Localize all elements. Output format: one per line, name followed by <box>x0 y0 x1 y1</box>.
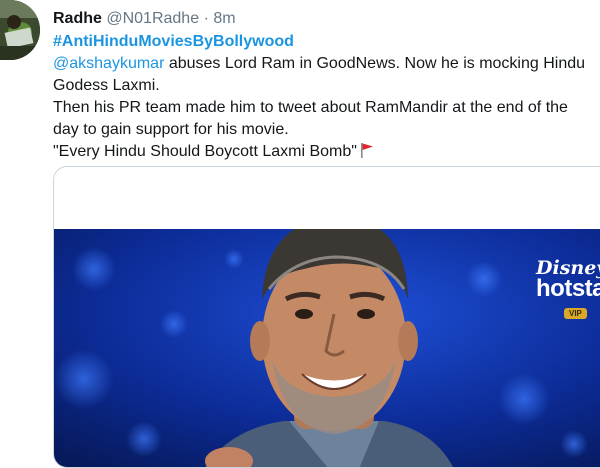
tweet-text-line-2: Godess Laxmi. <box>53 77 160 94</box>
mention-link[interactable]: @akshaykumar <box>53 55 164 72</box>
media-image <box>54 229 600 467</box>
tweet-text-line-1: abuses Lord Ram in GoodNews. Now he is m… <box>164 55 586 72</box>
user-handle[interactable]: @N01Radhe <box>106 10 199 27</box>
disney-hotstar-logo: Disney hotstar VIP <box>536 257 600 321</box>
brand-line-hotstar: hotstar <box>536 275 600 302</box>
tweet-timestamp[interactable]: 8m <box>213 10 235 27</box>
tweet-text-line-4: day to gain support for his movie. <box>53 121 289 138</box>
tweet-text-line-5: "Every Hindu Should Boycott Laxmi Bomb" <box>53 143 357 160</box>
tweet-media-card[interactable]: Disney hotstar VIP <box>53 166 600 468</box>
tweet-text-line-3: Then his PR team made him to tweet about… <box>53 99 568 116</box>
hashtag-link[interactable]: #AntiHinduMoviesByBollywood <box>53 33 294 50</box>
avatar[interactable] <box>0 0 40 60</box>
header-separator: · <box>203 10 209 27</box>
vip-badge: VIP <box>564 308 587 319</box>
display-name[interactable]: Radhe <box>53 10 102 27</box>
tweet-text: #AntiHinduMoviesByBollywood @akshaykumar… <box>53 31 600 163</box>
tweet-header: Radhe @N01Radhe · 8m <box>53 9 236 28</box>
red-flag-icon <box>360 142 374 163</box>
